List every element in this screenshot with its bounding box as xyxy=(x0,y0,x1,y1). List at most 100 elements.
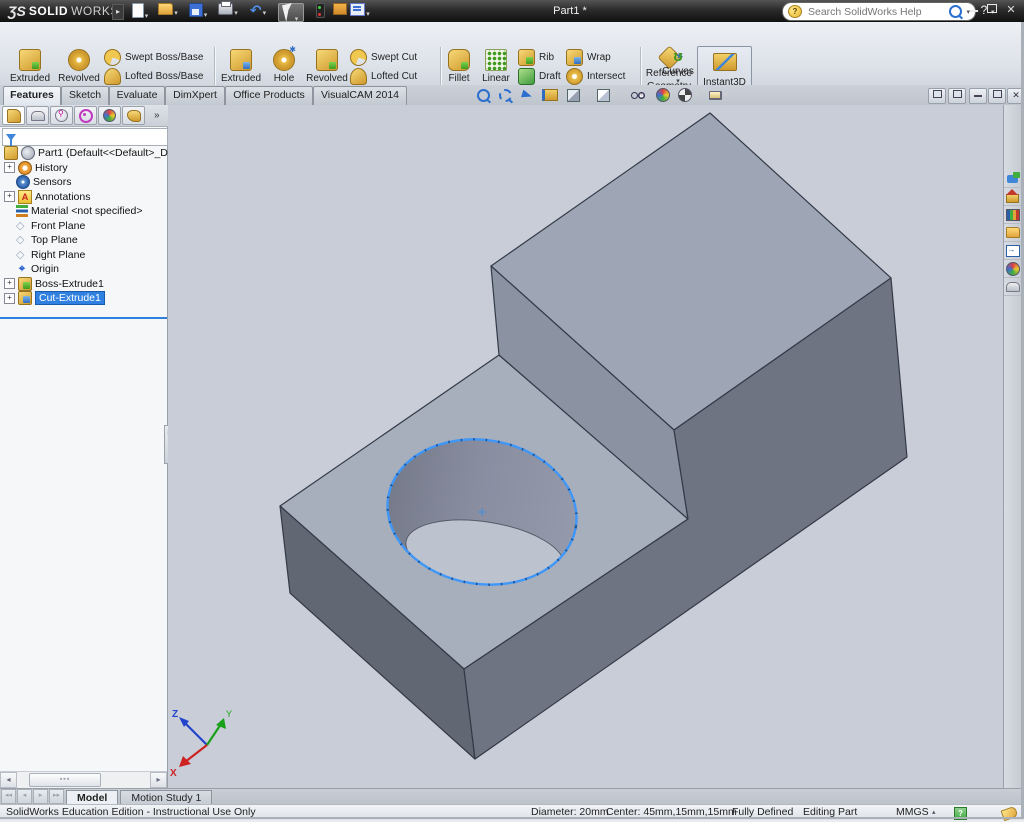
plane-icon xyxy=(16,234,28,246)
tab-nav-last[interactable]: ▸▸ xyxy=(49,789,64,804)
expand-box[interactable]: + xyxy=(4,293,15,304)
tree-filter-box[interactable] xyxy=(2,128,168,146)
expand-box[interactable]: + xyxy=(4,162,15,173)
hide-show-items-button[interactable] xyxy=(624,87,650,103)
tabs-overflow-chevron[interactable]: » xyxy=(154,110,160,121)
tab-featuremanager-tree[interactable] xyxy=(2,106,25,125)
doc-restore-button[interactable] xyxy=(988,88,1006,104)
custom-properties-button[interactable] xyxy=(1004,278,1021,296)
doc-window-cascade-button[interactable] xyxy=(948,88,966,104)
solidworks-resources-button[interactable] xyxy=(1004,188,1021,206)
cut-extrude-icon xyxy=(18,291,32,305)
help-search-box[interactable]: ? ▾ xyxy=(782,2,976,21)
tab-office-products[interactable]: Office Products xyxy=(225,86,313,105)
tab-motion-study-1[interactable]: Motion Study 1 xyxy=(120,790,212,805)
minimize-button[interactable] xyxy=(966,4,982,17)
tree-root-part[interactable]: Part1 (Default<<Default>_Disp xyxy=(0,146,167,161)
rebuild-button[interactable] xyxy=(310,3,330,20)
scroll-left-button[interactable]: ◂ xyxy=(0,772,17,788)
restore-button[interactable] xyxy=(984,4,1000,17)
tree-item-right-plane[interactable]: Right Plane xyxy=(0,248,167,263)
graphics-viewport[interactable]: Z Y X xyxy=(168,105,1003,788)
rib-button[interactable]: Rib xyxy=(518,48,561,67)
draft-button[interactable]: Draft xyxy=(518,67,561,86)
curves-dropdown-arrow[interactable]: ▾ xyxy=(660,78,696,85)
model-3d-view[interactable]: Z Y X xyxy=(168,105,1003,788)
expand-box[interactable]: + xyxy=(4,191,15,202)
triad-x-label: X xyxy=(170,768,177,779)
open-button[interactable] xyxy=(158,3,178,20)
tree-item-origin[interactable]: ⌖ Origin xyxy=(0,262,167,277)
status-tag-button[interactable] xyxy=(1002,808,1017,822)
search-input[interactable] xyxy=(806,5,945,19)
tree-item-sensors[interactable]: Sensors xyxy=(0,175,167,190)
undo-button[interactable]: ↶ xyxy=(248,3,268,20)
view-settings-icon xyxy=(709,91,722,100)
tree-item-history[interactable]: + History xyxy=(0,161,167,176)
tab-cam-manager[interactable] xyxy=(122,106,145,125)
zoom-to-selection-button[interactable] xyxy=(518,87,536,103)
view-palette-button[interactable] xyxy=(1004,242,1021,260)
tab-features[interactable]: Features xyxy=(3,86,61,105)
configurationmanager-icon xyxy=(55,109,68,122)
tree-horizontal-scrollbar[interactable]: ◂ ▪▪▪ ▸ xyxy=(0,771,167,788)
intersect-button[interactable]: Intersect xyxy=(566,67,625,86)
doc-minimize-button[interactable] xyxy=(969,88,987,104)
zoom-to-area-button[interactable] xyxy=(496,87,514,103)
expand-box[interactable]: + xyxy=(4,278,15,289)
tree-item-annotations[interactable]: +A Annotations xyxy=(0,190,167,205)
minimize-icon xyxy=(970,10,978,12)
wrap-button[interactable]: Wrap xyxy=(566,48,625,67)
options-icon xyxy=(333,3,347,15)
print-button[interactable] xyxy=(218,3,238,20)
doc-window-split-button[interactable] xyxy=(928,88,946,104)
scroll-right-button[interactable]: ▸ xyxy=(150,772,167,788)
appearances-scenes-button[interactable] xyxy=(1004,260,1021,278)
scrollbar-thumb[interactable]: ▪▪▪ xyxy=(29,773,101,787)
options-button[interactable] xyxy=(330,3,350,20)
lofted-cut-button[interactable]: Lofted Cut xyxy=(350,67,432,86)
lofted-boss-base-button[interactable]: Lofted Boss/Base xyxy=(104,67,218,86)
tree-item-material[interactable]: Material <not specified> xyxy=(0,204,167,219)
view-settings-button[interactable] xyxy=(706,87,730,103)
search-icon[interactable] xyxy=(949,5,962,18)
close-button[interactable]: ✕ xyxy=(1003,4,1019,17)
tab-sketch[interactable]: Sketch xyxy=(61,86,109,105)
tab-dimxpert[interactable]: DimXpert xyxy=(165,86,225,105)
file-explorer-button[interactable] xyxy=(1004,224,1021,242)
file-properties-icon xyxy=(350,3,365,16)
save-button[interactable] xyxy=(188,3,208,20)
display-style-button[interactable] xyxy=(594,87,618,103)
tree-item-cut-extrude1[interactable]: + Cut-Extrude1 xyxy=(0,291,167,306)
design-library-button[interactable] xyxy=(1004,206,1021,224)
file-properties-button[interactable] xyxy=(350,3,370,20)
tree-item-front-plane[interactable]: Front Plane xyxy=(0,219,167,234)
tab-nav-next[interactable]: ▸ xyxy=(33,789,48,804)
view-orientation-button[interactable] xyxy=(564,87,588,103)
intersect-icon xyxy=(566,68,583,85)
solidworks-forum-button[interactable] xyxy=(1004,170,1021,188)
tab-displaymanager[interactable] xyxy=(98,106,121,125)
new-document-button[interactable] xyxy=(130,3,150,20)
tab-visualcam-2014[interactable]: VisualCAM 2014 xyxy=(313,86,407,105)
tab-evaluate[interactable]: Evaluate xyxy=(109,86,165,105)
tab-nav-first[interactable]: ◂◂ xyxy=(1,789,16,804)
filter-funnel-icon xyxy=(6,134,16,141)
apply-scene-button[interactable] xyxy=(676,87,700,103)
select-tool-button[interactable] xyxy=(278,3,304,22)
section-view-button[interactable] xyxy=(541,87,559,103)
zoom-to-fit-button[interactable] xyxy=(474,87,492,103)
tab-model[interactable]: Model xyxy=(66,790,118,805)
tree-item-boss-extrude1[interactable]: + Boss-Extrude1 xyxy=(0,277,167,292)
tab-nav-prev[interactable]: ◂ xyxy=(17,789,32,804)
tab-propertymanager[interactable] xyxy=(26,106,49,125)
tab-dimxpertmanager[interactable] xyxy=(74,106,97,125)
rollback-bar[interactable] xyxy=(0,317,167,319)
swept-cut-button[interactable]: Swept Cut xyxy=(350,48,432,67)
forum-chat-icon xyxy=(1007,175,1018,183)
edit-appearance-button[interactable] xyxy=(654,87,672,103)
tab-configurationmanager[interactable] xyxy=(50,106,73,125)
tree-item-top-plane[interactable]: Top Plane xyxy=(0,233,167,248)
swept-boss-base-button[interactable]: Swept Boss/Base xyxy=(104,48,218,67)
menu-expand-arrow[interactable]: ▸ xyxy=(112,4,124,20)
